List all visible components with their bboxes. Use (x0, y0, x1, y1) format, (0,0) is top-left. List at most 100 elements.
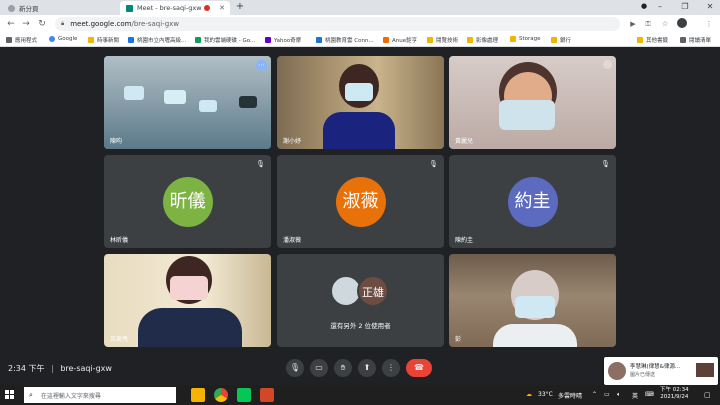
participant-tile[interactable]: 彭 (449, 254, 616, 347)
face-mask-icon (515, 296, 555, 318)
raise-hand-button[interactable]: ✋︎ (334, 359, 352, 377)
bookmark-label: Google (58, 36, 78, 42)
more-options-button[interactable]: ⋮ (382, 359, 400, 377)
tab-title: Meet - bre-saqi-gxw (137, 4, 202, 12)
face-mask-icon (170, 276, 208, 300)
tab-new-tab[interactable]: 新分頁 ✕ (2, 1, 130, 15)
url-path: /bre-saqi-gxw (131, 20, 180, 28)
more-options-icon[interactable]: ⋯ (256, 60, 267, 71)
meeting-info: 2:34 下午 | bre-saqi-gxw (8, 363, 112, 374)
participant-tile[interactable]: 呂美亮 (104, 254, 271, 347)
media-indicator-icon[interactable]: ● (636, 2, 652, 10)
key-icon[interactable]: ⚿ (642, 18, 654, 30)
tab-meet[interactable]: Meet - bre-saqi-gxw ✕ (120, 1, 230, 15)
bookmark-item[interactable]: 時事新聞 (88, 36, 119, 44)
sender-avatar (608, 362, 626, 380)
apps-icon (6, 37, 12, 43)
camera-button[interactable]: ▭ (310, 359, 328, 377)
participant-name: 陳昀 (110, 138, 123, 145)
bookmark-item[interactable]: Google (49, 36, 77, 42)
bookmark-item[interactable]: 我的雲端硬碟 - Go... (195, 36, 255, 44)
notifications-icon[interactable]: ▢ (704, 391, 711, 399)
participant-body (138, 308, 242, 347)
bookmark-item[interactable]: 影像處理 (467, 36, 498, 44)
cloud-icon (316, 37, 322, 43)
volume-icon[interactable]: 🔈︎ (617, 391, 621, 399)
participant-tile[interactable]: ⋯ 陳昀 (104, 56, 271, 149)
taskbar-search-box[interactable]: ⌕ 在這裡輸入文字來搜尋 (24, 387, 176, 403)
taskbar-clock[interactable]: 下午 02:34 2021/9/24 (660, 387, 689, 401)
network-icon[interactable]: ▭ (604, 391, 610, 398)
pin-icon[interactable] (603, 60, 612, 69)
bookmark-item[interactable]: 桃園教育雲 Conn... (316, 36, 374, 44)
keyboard-icon[interactable]: ⌨︎ (645, 391, 654, 398)
participant-avatar: 昕儀 (162, 176, 213, 227)
participant-tile[interactable]: 謝小妤 (277, 56, 444, 149)
microphone-button[interactable]: 🎙︎ (286, 359, 304, 377)
clock-time: 下午 02:34 (660, 387, 689, 393)
bookmark-label: Storage (519, 36, 541, 42)
face-mask-icon (199, 100, 217, 112)
new-tab-button[interactable]: + (232, 1, 248, 12)
back-icon[interactable]: ← (5, 18, 17, 30)
new-tab-favicon-icon (8, 4, 15, 12)
profile-avatar[interactable] (676, 18, 688, 30)
present-button[interactable]: ⬆ (358, 359, 376, 377)
bookmark-label: 銀行 (560, 38, 572, 44)
powerpoint-icon[interactable] (260, 388, 274, 402)
camera-icon: ▭ (315, 363, 323, 372)
microphone-icon: 🎙︎ (289, 363, 301, 372)
participant-tile[interactable]: 黃麗兒 (449, 56, 616, 149)
maximize-button[interactable]: ❐ (677, 2, 693, 11)
chat-notification[interactable]: 李慧琳(律慧&律源... 圖片已傳送 (604, 357, 718, 385)
participant-tile[interactable]: 🎙︎ 昕儀 林昕儀 (104, 155, 271, 248)
participant-avatar: 約圭 (507, 176, 558, 227)
bookmark-item[interactable]: Yahoo奇摩 (265, 36, 301, 44)
participant-body (323, 112, 395, 149)
address-bar[interactable]: 🔒︎ meet.google.com/bre-saqi-gxw (55, 17, 620, 31)
menu-kebab-icon[interactable]: ⋮ (703, 18, 715, 30)
bookmark-label: 時事新聞 (97, 38, 120, 44)
reading-list[interactable]: 閱讀清單 (680, 36, 711, 44)
bookmark-star-icon[interactable]: ☆ (659, 18, 671, 30)
clock-date: 2021/9/24 (660, 394, 689, 400)
ime-indicator[interactable]: 英 (632, 391, 638, 400)
bookmark-item[interactable]: Storage (510, 36, 541, 42)
bookmark-item[interactable]: Anue鉅亨 (383, 36, 417, 44)
participant-name: 彭 (455, 336, 462, 343)
participant-tile[interactable]: 🎙︎ 淑薇 潘淑薇 (277, 155, 444, 248)
window-close-button[interactable]: ✕ (702, 2, 718, 11)
bookmark-item[interactable]: 閱覽技術 (427, 36, 458, 44)
reading-list-icon (680, 37, 686, 43)
bookmark-label: 我的雲端硬碟 - Go... (204, 38, 256, 44)
chrome-icon[interactable] (214, 388, 228, 402)
tab-title: 新分頁 (19, 5, 39, 13)
other-bookmarks[interactable]: 其他書籤 (637, 36, 668, 44)
folder-icon (510, 36, 516, 42)
bookmark-item[interactable]: 應用程式 (6, 36, 37, 44)
participant-tile[interactable]: 🎙︎ 約圭 陳約圭 (449, 155, 616, 248)
end-call-button[interactable]: ☎︎ (406, 359, 432, 377)
folder-icon (551, 37, 557, 43)
windows-start-button[interactable] (5, 390, 15, 400)
line-app-icon[interactable] (237, 388, 251, 402)
bookmark-label: 桃園教育雲 Conn... (325, 38, 374, 44)
mic-off-icon: 🎙︎ (601, 160, 610, 168)
bookmark-item[interactable]: 桃園市立內壢高級... (128, 36, 186, 44)
file-explorer-icon[interactable] (191, 388, 205, 402)
tray-chevron-icon[interactable]: ⌃ (592, 391, 597, 398)
folder-icon (637, 37, 643, 43)
others-tile[interactable]: 正雄 還有另外 2 位使用者 (277, 254, 444, 347)
temperature[interactable]: 33°C (538, 391, 553, 398)
camera-in-use-icon[interactable]: ▶ (627, 18, 639, 30)
weather-text[interactable]: 多雲時晴 (558, 391, 582, 400)
meet-favicon-icon (126, 4, 133, 12)
reload-icon[interactable]: ↻ (36, 18, 48, 30)
forward-icon[interactable]: → (20, 18, 32, 30)
participant-name: 呂美亮 (110, 336, 129, 343)
bookmarks-bar: 應用程式 Google 時事新聞 桃園市立內壢高級... 我的雲端硬碟 - Go… (0, 33, 720, 47)
close-icon[interactable]: ✕ (219, 4, 225, 12)
bookmark-item[interactable]: 銀行 (551, 36, 571, 44)
bookmark-label: Anue鉅亨 (392, 38, 418, 44)
minimize-button[interactable]: – (652, 2, 668, 11)
